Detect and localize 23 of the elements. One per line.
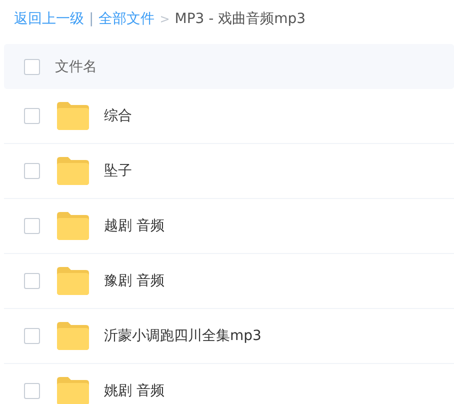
row-checkbox[interactable] [24, 328, 40, 344]
column-header: 文件名 [55, 58, 97, 76]
file-name[interactable]: 越剧 音频 [104, 217, 164, 235]
file-name[interactable]: 坠子 [104, 162, 132, 180]
folder-icon [57, 212, 89, 240]
row-checkbox[interactable] [24, 218, 40, 234]
select-all-checkbox[interactable] [24, 58, 40, 74]
file-name[interactable]: 豫剧 音频 [104, 272, 164, 290]
row-checkbox[interactable] [24, 163, 40, 179]
separator: | [89, 10, 94, 26]
folder-icon [57, 377, 89, 404]
file-name[interactable]: 沂蒙小调跑四川全集mp3 [104, 327, 262, 345]
folder-icon [57, 267, 89, 295]
row-checkbox[interactable] [24, 383, 40, 399]
current-folder: MP3 - 戏曲音频mp3 [174, 10, 306, 28]
file-name[interactable]: 综合 [104, 107, 132, 125]
file-name[interactable]: 姚剧 音频 [104, 382, 164, 400]
folder-icon [57, 157, 89, 185]
folder-icon [57, 322, 89, 350]
folder-icon [57, 102, 89, 130]
row-checkbox[interactable] [24, 273, 40, 289]
breadcrumb-arrow: > [160, 12, 170, 26]
row-checkbox[interactable] [24, 108, 40, 124]
